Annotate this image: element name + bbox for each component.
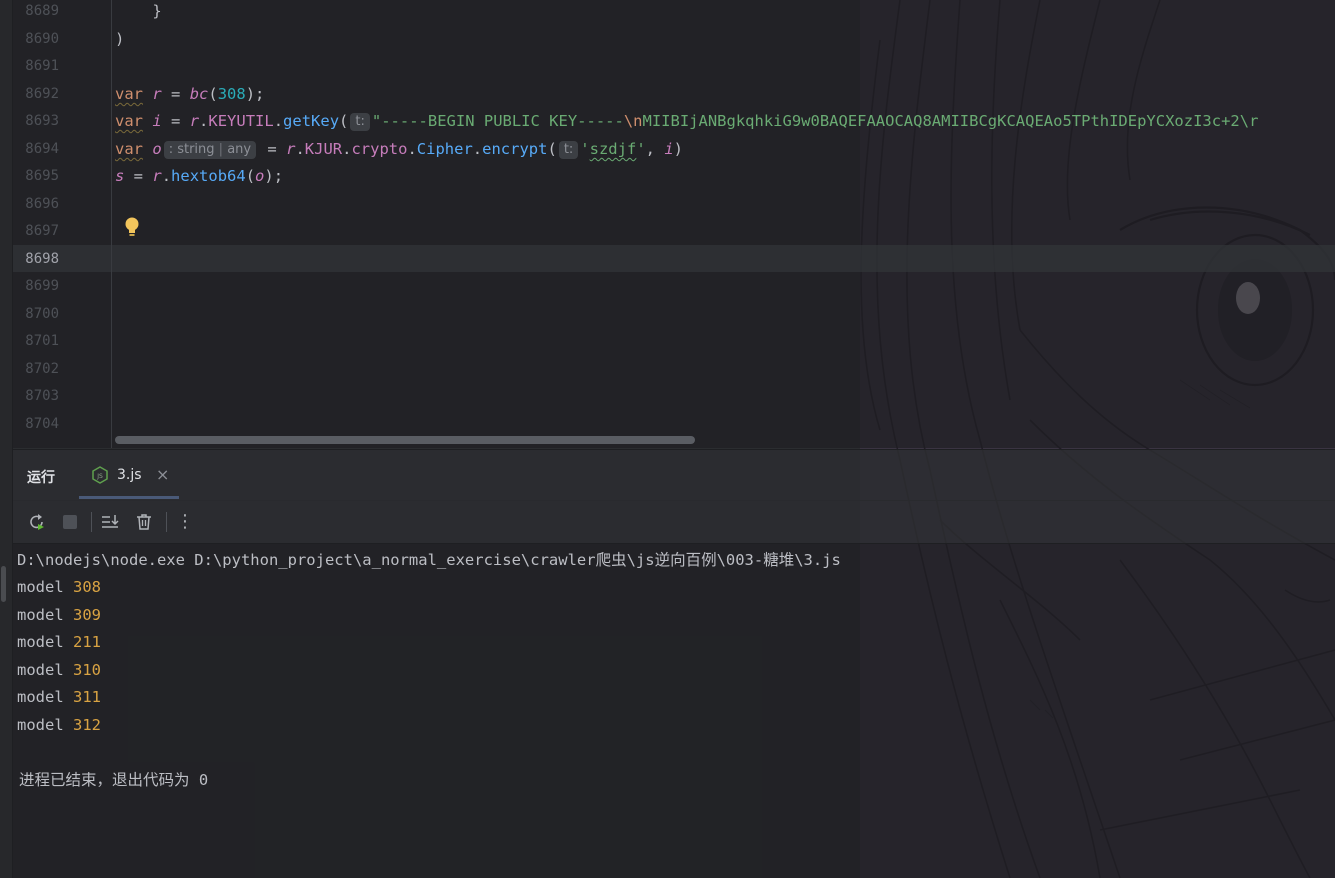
variable-name: r <box>152 85 162 103</box>
run-toolbar: ⋮ <box>13 500 1335 544</box>
property: KJUR <box>304 140 343 158</box>
nodejs-icon: JS <box>92 466 108 484</box>
line-number: 8694 <box>25 141 59 157</box>
lightbulb-icon[interactable] <box>122 216 142 238</box>
exit-message: 进程已结束，退出代码为 0 <box>19 771 209 789</box>
property: crypto <box>351 140 408 158</box>
stop-icon[interactable] <box>60 512 80 532</box>
horizontal-scrollbar[interactable] <box>115 436 695 444</box>
code-line-8695: s = r.hextob64(o); <box>115 167 284 185</box>
variable-name: s <box>115 167 125 185</box>
method: hextob64 <box>171 167 246 185</box>
line-number: 8696 <box>25 196 59 212</box>
line-number-gutter: 8689 8690 8691 8692 8693 8694 8695 8696 … <box>13 0 112 448</box>
string-literal: MIIBIjANBgkqhkiG9w0BAQEFAAOCAQ8AMIIBCgKC… <box>642 112 1259 130</box>
line-number-active: 8698 <box>25 251 59 267</box>
argument: i <box>664 140 674 158</box>
trash-icon[interactable] <box>134 512 154 532</box>
console-line: model 308 <box>17 578 101 596</box>
more-options-icon[interactable]: ⋮ <box>175 512 195 532</box>
console-line: model 312 <box>17 716 101 734</box>
line-number: 8699 <box>25 278 59 294</box>
line-number: 8700 <box>25 306 59 322</box>
rerun-icon[interactable] <box>27 512 47 532</box>
paren: ( <box>208 85 218 103</box>
code-area[interactable]: } ) var r = bc(308); var i = r.KEYUTIL.g… <box>115 0 1335 448</box>
console-output[interactable]: D:\nodejs\node.exe D:\python_project\a_n… <box>13 544 1335 878</box>
svg-text:JS: JS <box>96 473 103 480</box>
keyword: var <box>115 85 143 103</box>
code-line-8690: ) <box>115 30 125 48</box>
dot: . <box>199 112 209 130</box>
method: encrypt <box>482 140 548 158</box>
line-number: 8697 <box>25 223 59 239</box>
string-literal: szdjf <box>589 140 637 158</box>
object-ref: r <box>189 112 200 130</box>
argument: o <box>255 167 265 185</box>
line-number: 8690 <box>25 31 59 47</box>
method: getKey <box>283 112 340 130</box>
operator: = <box>161 112 190 130</box>
line-number: 8695 <box>25 168 59 184</box>
variable-name: o <box>152 140 162 158</box>
paren: ); <box>245 85 265 103</box>
run-panel-header: 运行 JS 3.js × <box>13 449 1335 501</box>
code-line-8694: var o: string | any = r.KJUR.crypto.Ciph… <box>115 140 684 159</box>
property: KEYUTIL <box>208 112 274 130</box>
operator: = <box>258 140 287 158</box>
number-literal: 308 <box>217 85 246 103</box>
line-number: 8691 <box>25 58 59 74</box>
line-number: 8689 <box>25 3 59 19</box>
tab-label: 3.js <box>117 467 142 483</box>
paren: ( <box>339 112 349 130</box>
escape-sequence: \n <box>623 112 643 130</box>
console-line: model 310 <box>17 661 101 679</box>
console-command: D:\nodejs\node.exe D:\python_project\a_n… <box>17 551 841 569</box>
string-literal: "-----BEGIN PUBLIC KEY----- <box>371 112 624 130</box>
dot: . <box>273 112 284 130</box>
console-line: model 309 <box>17 606 101 624</box>
line-number: 8704 <box>25 416 59 432</box>
line-number: 8701 <box>25 333 59 349</box>
type-hint: : string | any <box>163 141 257 159</box>
parameter-hint: t: <box>350 113 370 131</box>
console-line: model 211 <box>17 633 101 651</box>
code-line-8692: var r = bc(308); <box>115 84 264 104</box>
code-editor[interactable]: 8689 8690 8691 8692 8693 8694 8695 8696 … <box>13 0 1335 448</box>
close-icon[interactable]: × <box>156 465 169 484</box>
code-line-8689: } <box>115 2 162 20</box>
line-number: 8692 <box>25 86 59 102</box>
toolbar-separator <box>166 512 167 532</box>
run-panel-title: 运行 <box>27 470 55 486</box>
line-number: 8703 <box>25 388 59 404</box>
property: Cipher <box>416 140 473 158</box>
line-number: 8693 <box>25 113 59 129</box>
strip-marker <box>1 566 6 602</box>
tab-active-indicator <box>79 496 179 499</box>
variable-name: i <box>152 112 162 130</box>
tab-3-js[interactable]: JS 3.js × <box>79 450 179 500</box>
code-line-8693: var i = r.KEYUTIL.getKey(t: "-----BEGIN P… <box>115 111 1258 131</box>
console-line: model 311 <box>17 688 101 706</box>
object-ref: r <box>152 167 162 185</box>
keyword: var <box>115 140 143 158</box>
operator: = <box>161 85 190 103</box>
parameter-hint: t: <box>558 141 579 159</box>
toolbar-separator <box>91 512 92 532</box>
left-tool-strip <box>0 0 13 878</box>
function-call: bc <box>189 85 209 103</box>
line-number: 8702 <box>25 361 59 377</box>
keyword: var <box>115 112 143 130</box>
scroll-to-end-icon[interactable] <box>100 512 120 532</box>
